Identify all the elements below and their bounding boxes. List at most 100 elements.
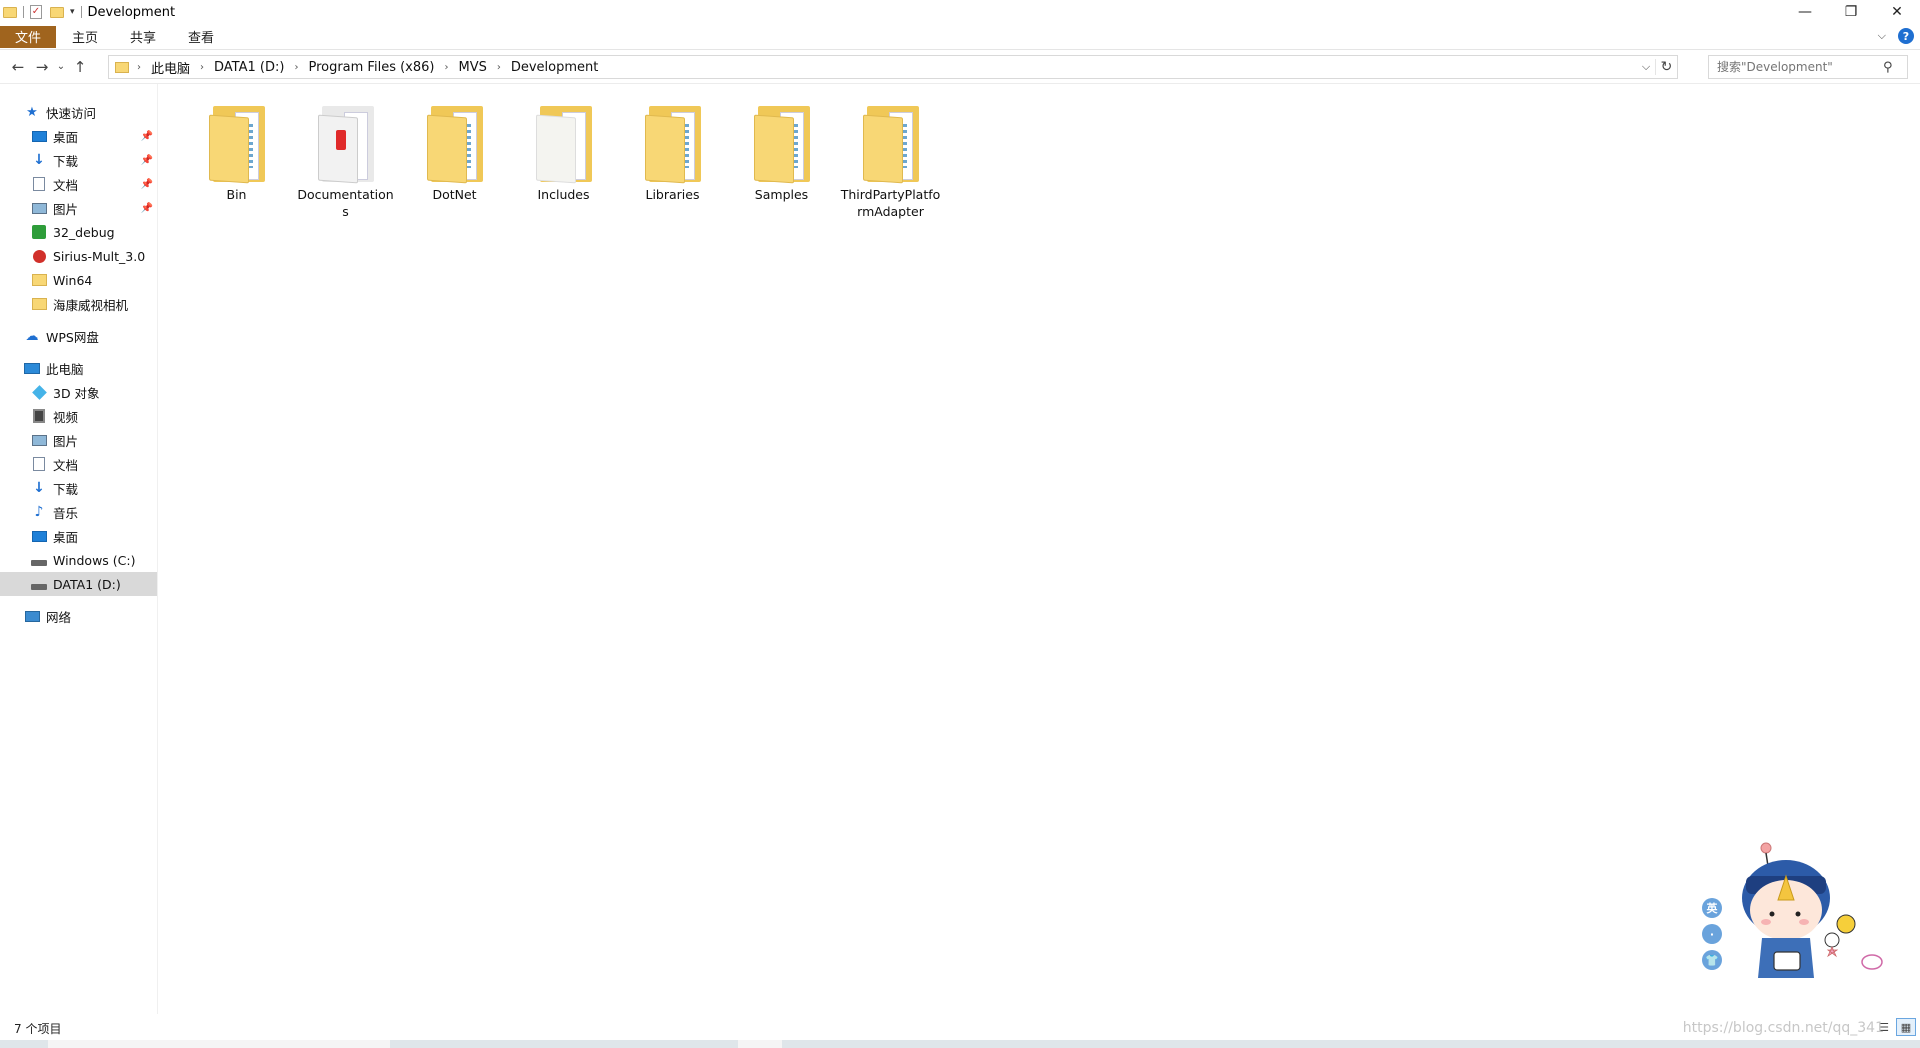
- folder-item-documentations[interactable]: Documentations: [291, 102, 400, 220]
- taskbar-strip: [0, 1040, 1920, 1048]
- up-arrow-icon[interactable]: ↑: [68, 55, 92, 79]
- folder-name: Bin: [226, 187, 247, 202]
- sidebar-item-label: Win64: [53, 272, 93, 288]
- folder-name: Libraries: [645, 187, 700, 202]
- sidebar-item-desktop[interactable]: 桌面 📌: [0, 124, 157, 148]
- sidebar-item-music[interactable]: ♪ 音乐: [0, 500, 157, 524]
- sidebar-item-videos[interactable]: 视频: [0, 404, 157, 428]
- back-arrow-icon[interactable]: ←: [6, 55, 30, 79]
- folder-item-dotnet[interactable]: DotNet: [400, 102, 509, 220]
- search-input[interactable]: [1709, 57, 1879, 77]
- folder-name: ThirdPartyPlatformAdapter: [840, 187, 941, 219]
- minimize-button[interactable]: —: [1782, 0, 1828, 24]
- document-icon: [31, 177, 47, 191]
- properties-icon[interactable]: ✓: [30, 5, 44, 19]
- navigation-bar: ← → ⌄ ↑ › 此电脑 › DATA1 (D:) › Program Fil…: [0, 50, 1920, 84]
- pin-icon[interactable]: 📌: [141, 131, 153, 142]
- status-bar: 7 个项目 ☰ ▦: [0, 1018, 1920, 1038]
- search-box[interactable]: ⚲: [1708, 55, 1908, 79]
- breadcrumb-development[interactable]: Development: [511, 60, 599, 75]
- pin-icon[interactable]: 📌: [141, 203, 153, 214]
- sidebar-item-win64[interactable]: Win64: [0, 268, 157, 292]
- separator: [80, 6, 82, 18]
- sidebar-item-label: Windows (C:): [53, 552, 136, 568]
- pin-icon[interactable]: 📌: [141, 179, 153, 190]
- breadcrumb-mvs[interactable]: MVS: [458, 60, 486, 75]
- breadcrumb-this-pc[interactable]: 此电脑: [151, 58, 190, 77]
- refresh-icon[interactable]: ↻: [1655, 59, 1677, 75]
- chevron-right-icon[interactable]: ›: [137, 62, 141, 73]
- ribbon-right: ⌵ ?: [1878, 28, 1914, 44]
- folder-item-libraries[interactable]: Libraries: [618, 102, 727, 220]
- sidebar-item-wps[interactable]: ☁ WPS网盘: [0, 324, 157, 348]
- folder-item-samples[interactable]: Samples: [727, 102, 836, 220]
- chevron-right-icon[interactable]: ›: [497, 62, 501, 73]
- sidebar-item-downloads-pc[interactable]: ↓ 下载: [0, 476, 157, 500]
- tab-home[interactable]: 主页: [56, 26, 114, 48]
- tab-view[interactable]: 查看: [172, 26, 230, 48]
- breadcrumb-data1[interactable]: DATA1 (D:): [214, 60, 284, 75]
- folder-name: Includes: [537, 187, 590, 202]
- sidebar-item-hikvision[interactable]: 海康威视相机: [0, 292, 157, 316]
- file-list: Bin Documentations DotNet Includes Libra…: [182, 102, 945, 220]
- restore-button[interactable]: ❐: [1828, 0, 1874, 24]
- folder-item-bin[interactable]: Bin: [182, 102, 291, 220]
- sidebar-item-label: 视频: [53, 409, 79, 425]
- navigation-pane: ★ 快速访问 桌面 📌 ↓ 下载 📌 文档 📌 图片 📌 32_debug Si…: [0, 100, 157, 1000]
- sidebar-item-desktop-pc[interactable]: 桌面: [0, 524, 157, 548]
- sidebar-item-label: 桌面: [53, 129, 79, 145]
- close-button[interactable]: ✕: [1874, 0, 1920, 24]
- sidebar-item-pictures-pc[interactable]: 图片: [0, 428, 157, 452]
- sidebar-item-drive-c[interactable]: Windows (C:): [0, 548, 157, 572]
- folder-icon: [532, 102, 596, 184]
- forward-arrow-icon[interactable]: →: [30, 55, 54, 79]
- expand-ribbon-icon[interactable]: ⌵: [1878, 29, 1886, 43]
- sidebar-item-downloads[interactable]: ↓ 下载 📌: [0, 148, 157, 172]
- sidebar-item-documents-pc[interactable]: 文档: [0, 452, 157, 476]
- folder-item-includes[interactable]: Includes: [509, 102, 618, 220]
- 3d-objects-icon: [31, 384, 47, 400]
- chevron-right-icon[interactable]: ›: [444, 62, 448, 73]
- sidebar-item-network[interactable]: 网络: [0, 604, 157, 628]
- recent-locations-icon[interactable]: ⌄: [54, 55, 68, 79]
- search-icon[interactable]: ⚲: [1883, 60, 1893, 75]
- address-bar[interactable]: › 此电脑 › DATA1 (D:) › Program Files (x86)…: [108, 55, 1678, 79]
- pane-divider[interactable]: [157, 84, 158, 1014]
- help-icon[interactable]: ?: [1898, 28, 1914, 44]
- folder-name: DotNet: [432, 187, 477, 202]
- sidebar-item-quick-access[interactable]: ★ 快速访问: [0, 100, 157, 124]
- breadcrumb-program-files[interactable]: Program Files (x86): [308, 60, 434, 75]
- sidebar-item-3d-objects[interactable]: 3D 对象: [0, 380, 157, 404]
- app-icon: [31, 249, 47, 263]
- tab-file[interactable]: 文件: [0, 25, 56, 48]
- new-folder-icon[interactable]: [50, 5, 64, 19]
- sidebar-item-32-debug[interactable]: 32_debug: [0, 220, 157, 244]
- drive-icon: [31, 577, 47, 591]
- customize-toolbar-icon[interactable]: ▾: [70, 7, 75, 17]
- sidebar-item-drive-d[interactable]: DATA1 (D:): [0, 572, 157, 596]
- tab-share[interactable]: 共享: [114, 26, 172, 48]
- sidebar-item-label: 32_debug: [53, 224, 115, 240]
- folder-icon: [31, 273, 47, 287]
- sidebar-item-sirius[interactable]: Sirius-Mult_3.0: [0, 244, 157, 268]
- app-icon: [31, 225, 47, 239]
- folder-name: Documentations: [297, 187, 394, 219]
- folder-name: Samples: [754, 187, 809, 202]
- sidebar-item-pictures[interactable]: 图片 📌: [0, 196, 157, 220]
- sidebar-item-label: 图片: [53, 433, 79, 449]
- chevron-right-icon[interactable]: ›: [200, 62, 204, 73]
- sidebar-item-label: 桌面: [53, 529, 79, 545]
- item-count: 7 个项目: [14, 1021, 62, 1036]
- drive-icon: [31, 553, 47, 567]
- pin-icon[interactable]: 📌: [141, 155, 153, 166]
- sidebar-item-this-pc[interactable]: 此电脑: [0, 356, 157, 380]
- chevron-right-icon[interactable]: ›: [294, 62, 298, 73]
- sidebar-item-documents[interactable]: 文档 📌: [0, 172, 157, 196]
- sidebar-item-label: WPS网盘: [46, 329, 99, 345]
- sidebar-item-label: 3D 对象: [53, 385, 100, 401]
- chevron-down-icon[interactable]: ⌵: [1637, 60, 1655, 74]
- picture-icon: [31, 433, 47, 447]
- large-icons-view-icon[interactable]: ▦: [1896, 1018, 1916, 1036]
- sidebar-item-label: 下载: [53, 481, 79, 497]
- folder-item-thirdparty[interactable]: ThirdPartyPlatformAdapter: [836, 102, 945, 220]
